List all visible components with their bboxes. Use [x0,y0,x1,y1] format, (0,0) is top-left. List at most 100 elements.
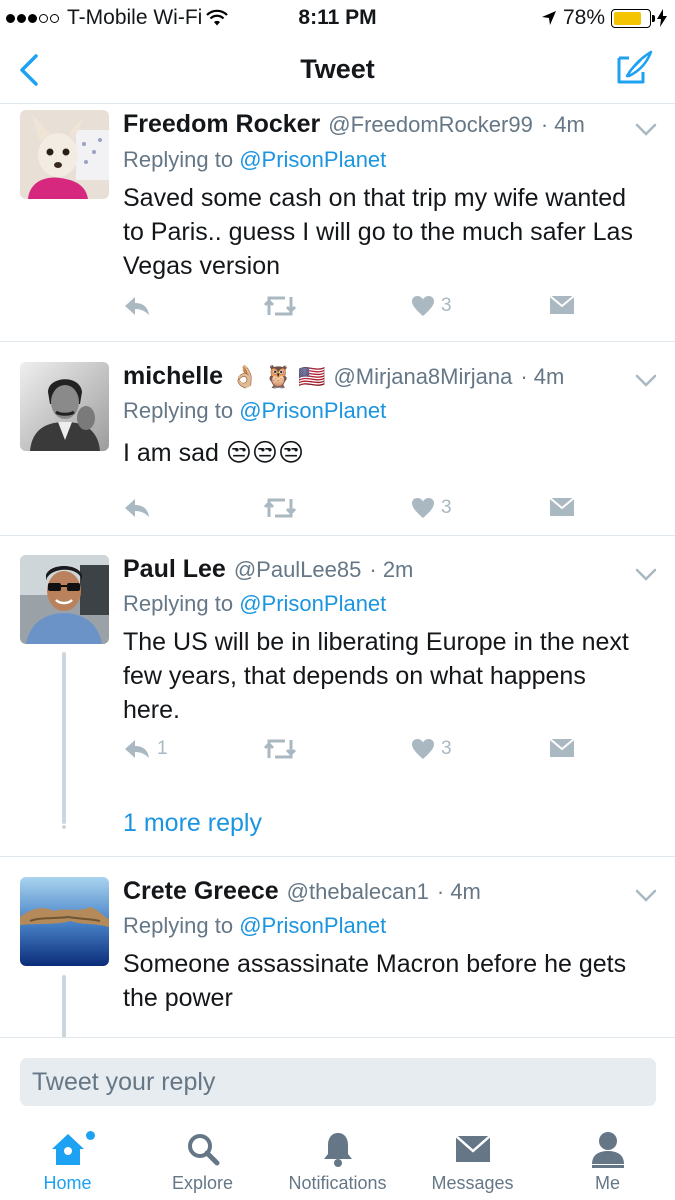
reply-icon [125,297,149,315]
battery-level [614,11,641,25]
home-icon [51,1134,84,1165]
replying-to-prefix: Replying to [123,591,234,616]
replying-to-prefix: Replying to [123,913,234,938]
envelope-icon [549,497,575,516]
replies-feed[interactable]: Freedom Rocker @FreedomRocker99 · 4m Rep… [0,105,675,1037]
reply-button[interactable]: 1 [123,738,168,760]
replying-to-prefix: Replying to [123,147,234,172]
replying-to-mention[interactable]: @PrisonPlanet [239,398,386,423]
compose-icon[interactable] [615,48,655,88]
avatar[interactable] [20,362,109,451]
battery-icon [611,8,655,28]
tweet-header: Freedom Rocker @FreedomRocker99 · 4m [123,110,615,139]
page-title: Tweet [300,54,375,84]
direct-message-button[interactable] [549,497,575,517]
tab-notifications[interactable]: Notifications [270,1127,405,1194]
reply-button[interactable] [123,497,151,519]
replying-to-mention[interactable]: @PrisonPlanet [239,147,386,172]
tab-label: Messages [431,1173,514,1193]
chevron-down-icon[interactable] [635,889,657,903]
avatar[interactable] [20,877,109,966]
tweet-reply-input[interactable] [20,1058,656,1106]
like-button[interactable]: 3 [411,738,452,760]
charging-bolt-icon [657,9,667,27]
tweet-text: I am sad 😒😒😒 [123,439,305,467]
direct-message-button[interactable] [549,738,575,758]
search-icon [187,1134,219,1166]
like-count: 3 [441,295,452,316]
tab-explore[interactable]: Explore [135,1127,270,1194]
reply-composer [0,1037,675,1121]
status-bar: T-Mobile Wi-Fi 8:11 PM 78% [0,0,675,36]
tweet-header: michelle 👌🏼 🦉 🇺🇸 @Mirjana8Mirjana · 4m [123,362,615,391]
like-button[interactable]: 3 [411,295,452,317]
tweet-header: Paul Lee @PaulLee85 · 2m [123,555,615,584]
replying-to: Replying to @PrisonPlanet [123,591,386,617]
tab-label: Home [43,1173,92,1193]
author-name[interactable]: Crete Greece [123,877,279,906]
chevron-down-icon[interactable] [635,374,657,388]
battery-percent: 78% [562,6,605,29]
tweet-header: Crete Greece @thebalecan1 · 4m [123,877,615,906]
thread-connector [62,975,66,1037]
tweet-item[interactable]: Freedom Rocker @FreedomRocker99 · 4m Rep… [0,105,675,342]
like-count: 3 [441,497,452,518]
tab-home[interactable]: Home [0,1127,135,1194]
chevron-down-icon[interactable] [635,123,657,137]
author-name[interactable]: michelle [123,362,223,391]
avatar[interactable] [20,555,109,644]
author-name[interactable]: Freedom Rocker [123,110,320,139]
tab-me[interactable]: Me [540,1127,675,1194]
replying-to: Replying to @PrisonPlanet [123,913,386,939]
tweet-item[interactable]: Paul Lee @PaulLee85 · 2m Replying to @Pr… [0,536,675,857]
tab-label: Me [594,1173,620,1193]
replying-to: Replying to @PrisonPlanet [123,147,386,173]
tab-bar: Home Explore Notifications Messages Me [0,1121,675,1200]
like-count: 3 [441,738,452,759]
retweet-button[interactable] [263,738,297,760]
tweet-time: · 2m [369,557,414,582]
author-handle[interactable]: @PaulLee85 [234,557,362,583]
retweet-button[interactable] [263,497,297,519]
author-handle[interactable]: @FreedomRocker99 [328,112,533,138]
direct-message-button[interactable] [549,295,575,315]
tab-messages[interactable]: Messages [405,1127,540,1194]
heart-icon [412,498,434,518]
envelope-icon [454,1135,491,1162]
reply-button[interactable] [123,295,151,317]
tweet-time: · 4m [436,879,481,904]
retweet-icon [263,739,297,759]
retweet-icon [263,296,297,316]
retweet-button[interactable] [263,295,297,317]
replying-to-mention[interactable]: @PrisonPlanet [239,591,386,616]
envelope-icon [549,738,575,757]
replying-to: Replying to @PrisonPlanet [123,398,386,424]
person-icon [591,1132,624,1168]
bell-icon [323,1133,352,1167]
name-emoji: 👌🏼 🦉 🇺🇸 [231,364,326,389]
tweet-text: The US will be in liberating Europe in t… [123,628,629,724]
thread-connector [62,652,66,824]
replying-to-mention[interactable]: @PrisonPlanet [239,913,386,938]
tweet-item[interactable]: Crete Greece @thebalecan1 · 4m Replying … [0,857,675,1037]
chevron-down-icon[interactable] [635,568,657,582]
tab-label: Notifications [288,1173,387,1193]
replying-to-prefix: Replying to [123,398,234,423]
author-handle[interactable]: @thebalecan1 [287,879,429,905]
location-arrow-icon [541,11,556,25]
more-replies-link[interactable]: 1 more reply [123,809,262,838]
tweet-time: · 4m [520,364,565,389]
envelope-icon [549,295,575,314]
reply-icon [125,740,149,758]
author-handle[interactable]: @Mirjana8Mirjana [333,364,512,390]
avatar[interactable] [20,110,109,199]
tweet-item[interactable]: michelle 👌🏼 🦉 🇺🇸 @Mirjana8Mirjana · 4m R… [0,342,675,536]
reply-icon [125,499,149,517]
battery-status: 78% [541,6,667,30]
notification-dot [86,1131,95,1140]
heart-icon [412,739,434,759]
author-name[interactable]: Paul Lee [123,555,226,584]
navigation-bar: Tweet [0,36,675,104]
like-button[interactable]: 3 [411,497,452,519]
retweet-icon [263,498,297,518]
